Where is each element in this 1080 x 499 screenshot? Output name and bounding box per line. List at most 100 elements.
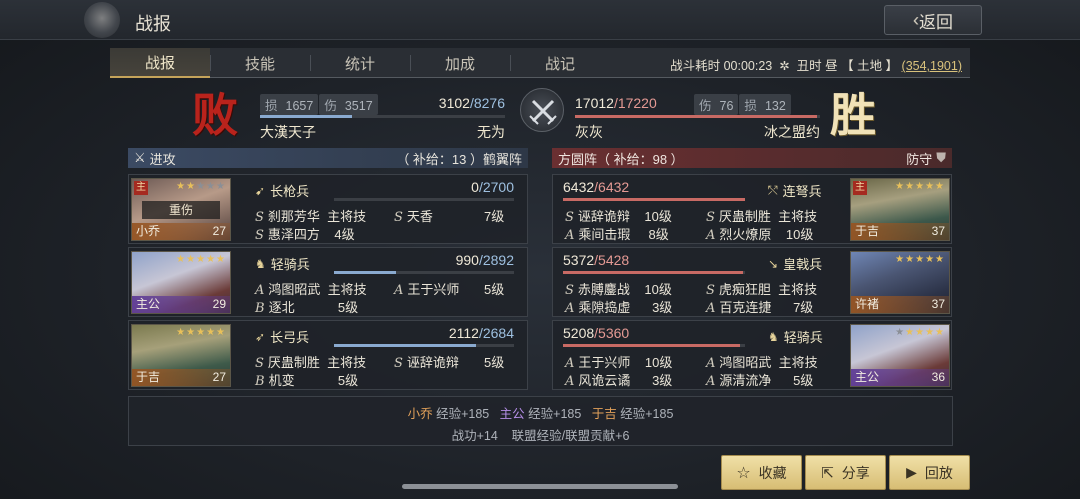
unit-hp: 5208/5360 <box>563 325 630 341</box>
tab-skills[interactable]: 技能 <box>210 48 310 78</box>
star-rating: ★★★★★ <box>895 254 945 265</box>
troop-type: ➹ 长枪兵 <box>255 183 310 200</box>
defense-unit-card[interactable]: 6432/6432 ⤲ 连弩兵 S 诬辞诡辩 10级 S 厌蛊制胜 主将技 A 乘间击瑕… <box>552 174 952 244</box>
favorite-button[interactable]: ☆ 收藏 <box>721 455 802 490</box>
land-type: 【 土地 】 <box>841 59 899 73</box>
hero-name-bar: 于吉 27 <box>132 369 230 386</box>
hero-portrait: ★★★★★ 许褚 37 <box>850 251 950 314</box>
skill-entry: S 天香 <box>394 209 433 225</box>
attack-unit-card[interactable]: ★★★★★ 主公 29 ♞ 轻骑兵 990/2892 A 鸿图昭武 主将技 A 王于兴师… <box>128 247 528 317</box>
hero-name-bar: 主公 36 <box>851 369 949 386</box>
skill-level: 5级 <box>484 355 505 370</box>
coordinate-link[interactable]: (354,1901) <box>902 59 962 73</box>
skill-entry: S 赤膊鏖战 10级 <box>565 282 672 298</box>
troop-type: ♞ 轻骑兵 <box>768 329 823 346</box>
defender-hp-fill <box>575 115 818 118</box>
share-icon: ⇱ <box>821 464 834 482</box>
unit-hp-fill <box>563 198 745 201</box>
attacker-hp-bar <box>260 115 505 118</box>
play-icon: ▶ <box>906 464 917 480</box>
unit-hp: 2112/2684 <box>448 325 514 341</box>
home-indicator <box>402 484 678 489</box>
lord-badge: 主 <box>853 181 867 195</box>
unit-hp: 0/2700 <box>471 179 514 195</box>
star-rating: ★★★★★ <box>176 181 226 192</box>
tab-battle-report[interactable]: 战报 <box>110 48 210 78</box>
star-rating: ★★★★★ <box>176 327 226 338</box>
defense-unit-card[interactable]: 5372/5428 ↘ 皇戟兵 S 赤膊鏖战 10级 S 虎痴狂胆 主将技 A 乘隙捣虚… <box>552 247 952 317</box>
duration-label: 战斗耗时 <box>670 59 721 73</box>
skill-entry: A 王于兴师 <box>394 282 460 298</box>
share-button[interactable]: ⇱ 分享 <box>805 455 886 490</box>
skill-entry: B 逐北 5级 <box>255 300 359 316</box>
attacker-player-name: 大漢天子 <box>260 124 316 140</box>
skill-entry: A 乘间击瑕 8级 <box>565 227 669 243</box>
unit-hp-bar <box>563 271 745 274</box>
unit-hp-bar <box>563 198 745 201</box>
bow-icon: ➶ <box>255 329 266 344</box>
defender-stats: 伤 76 损 132 <box>694 93 792 115</box>
attack-unit-card[interactable]: 主 ★★★★★ 重伤 小乔 27 ➹ 长枪兵 0/2700 S 刹那芳华 主将技 S天… <box>128 174 528 244</box>
attack-unit-card[interactable]: ★★★★★ 于吉 27 ➶ 长弓兵 2112/2684 S 厌蛊制胜 主将技 S 诬辞诡… <box>128 320 528 390</box>
troop-type: ➶ 长弓兵 <box>255 329 310 346</box>
star-rating: ★★★★★ <box>895 181 945 192</box>
skill-entry: A 鸿图昭武 主将技 <box>255 282 367 298</box>
skill-entry: A 风诡云谲 3级 <box>565 373 673 389</box>
unit-hp: 6432/6432 <box>563 179 630 195</box>
troop-type: ♞ 轻骑兵 <box>255 256 310 273</box>
back-button[interactable]: ‹‹ 返回 <box>884 5 982 35</box>
result-summary: 败 胜 损 1657 伤 3517 3102/8276 大漢天子 无为 17012/… <box>128 84 953 146</box>
duration-value: 00:00:23 <box>723 59 773 73</box>
attacker-stats: 损 1657 伤 3517 <box>260 93 379 115</box>
skill-entry: A 乘隙捣虚 3级 <box>565 300 673 316</box>
tab-statistics[interactable]: 统计 <box>310 48 410 78</box>
unit-hp-bar <box>334 271 514 274</box>
hero-name-bar: 许褚 37 <box>851 296 949 313</box>
page-title: 战报 <box>135 14 171 34</box>
defense-unit-card[interactable]: 5208/5360 ♞ 轻骑兵 A 王于兴师 10级 A 鸿图昭武 主将技 A 风诡云谲… <box>552 320 952 390</box>
spear-icon: ➹ <box>255 183 266 198</box>
defender-hp-bar <box>575 115 820 118</box>
defender-player-name: 灰灰 <box>575 124 603 140</box>
skill-entry: S 厌蛊制胜 主将技 <box>706 209 818 225</box>
unit-hp-bar <box>563 344 745 347</box>
horse-icon: ♞ <box>768 329 779 344</box>
attack-header: ⚔ 进攻 （ 补给：13 ）鹤翼阵 <box>128 148 528 168</box>
defender-hp: 17012/17220 <box>575 95 657 111</box>
sun-icon: ✲ <box>775 59 794 73</box>
skill-entry: S 虎痴狂胆 主将技 <box>706 282 818 298</box>
troop-type: ↘ 皇戟兵 <box>768 256 823 273</box>
defense-header: 方圆阵（ 补给：98 ） 防守 ⛊ <box>552 148 952 168</box>
skill-entry: S 厌蛊制胜 主将技 <box>255 355 367 371</box>
defender-loss: 损 132 <box>739 93 791 115</box>
time-of-day: 丑时 昼 <box>796 59 838 73</box>
unit-hp-fill <box>563 344 740 347</box>
defense-label: 防守 <box>906 151 933 167</box>
hero-name-bar: 主公 29 <box>132 296 230 313</box>
replay-button[interactable]: ▶ 回放 <box>889 455 970 490</box>
skill-entry: A 源清流净 5级 <box>706 373 814 389</box>
attacker-alliance: 无为 <box>477 124 505 140</box>
tab-bonus[interactable]: 加成 <box>410 48 510 78</box>
tab-battle-log[interactable]: 战记 <box>510 48 610 78</box>
unit-hp-bar <box>334 198 514 201</box>
battle-info: 战斗耗时 00:00:23 ✲ 丑时 昼 【 土地 】 (354,1901) <box>670 55 962 74</box>
troop-type: ⤲ 连弩兵 <box>768 183 822 199</box>
unit-hp-bar <box>334 344 514 347</box>
defense-formation-supply: 方圆阵（ 补给：98 ） <box>558 151 684 167</box>
attack-supply-formation: （ 补给：13 ）鹤翼阵 <box>396 151 522 167</box>
skill-level: 5级 <box>484 282 505 297</box>
skill-entry: B 机变 5级 <box>255 373 359 389</box>
attack-icon: ⚔ <box>134 150 146 165</box>
attacker-loss: 损 1657 <box>260 93 319 115</box>
hero-portrait: ★★★★★ 主公 29 <box>131 251 231 314</box>
defeat-mark: 败 <box>192 88 238 142</box>
back-label: 返回 <box>919 12 953 32</box>
skill-entry: S 惠泽四方 4级 <box>255 227 355 243</box>
skill-entry: A 烈火燎原 10级 <box>706 227 814 243</box>
defender-alliance: 冰之盟约 <box>764 124 820 140</box>
tab-bar: 战报 技能 统计 加成 战记 战斗耗时 00:00:23 ✲ 丑时 昼 【 土地… <box>110 48 970 78</box>
injured-status: 重伤 <box>142 201 220 219</box>
skill-entry: A 王于兴师 10级 <box>565 355 673 371</box>
unit-hp-fill <box>334 271 396 274</box>
